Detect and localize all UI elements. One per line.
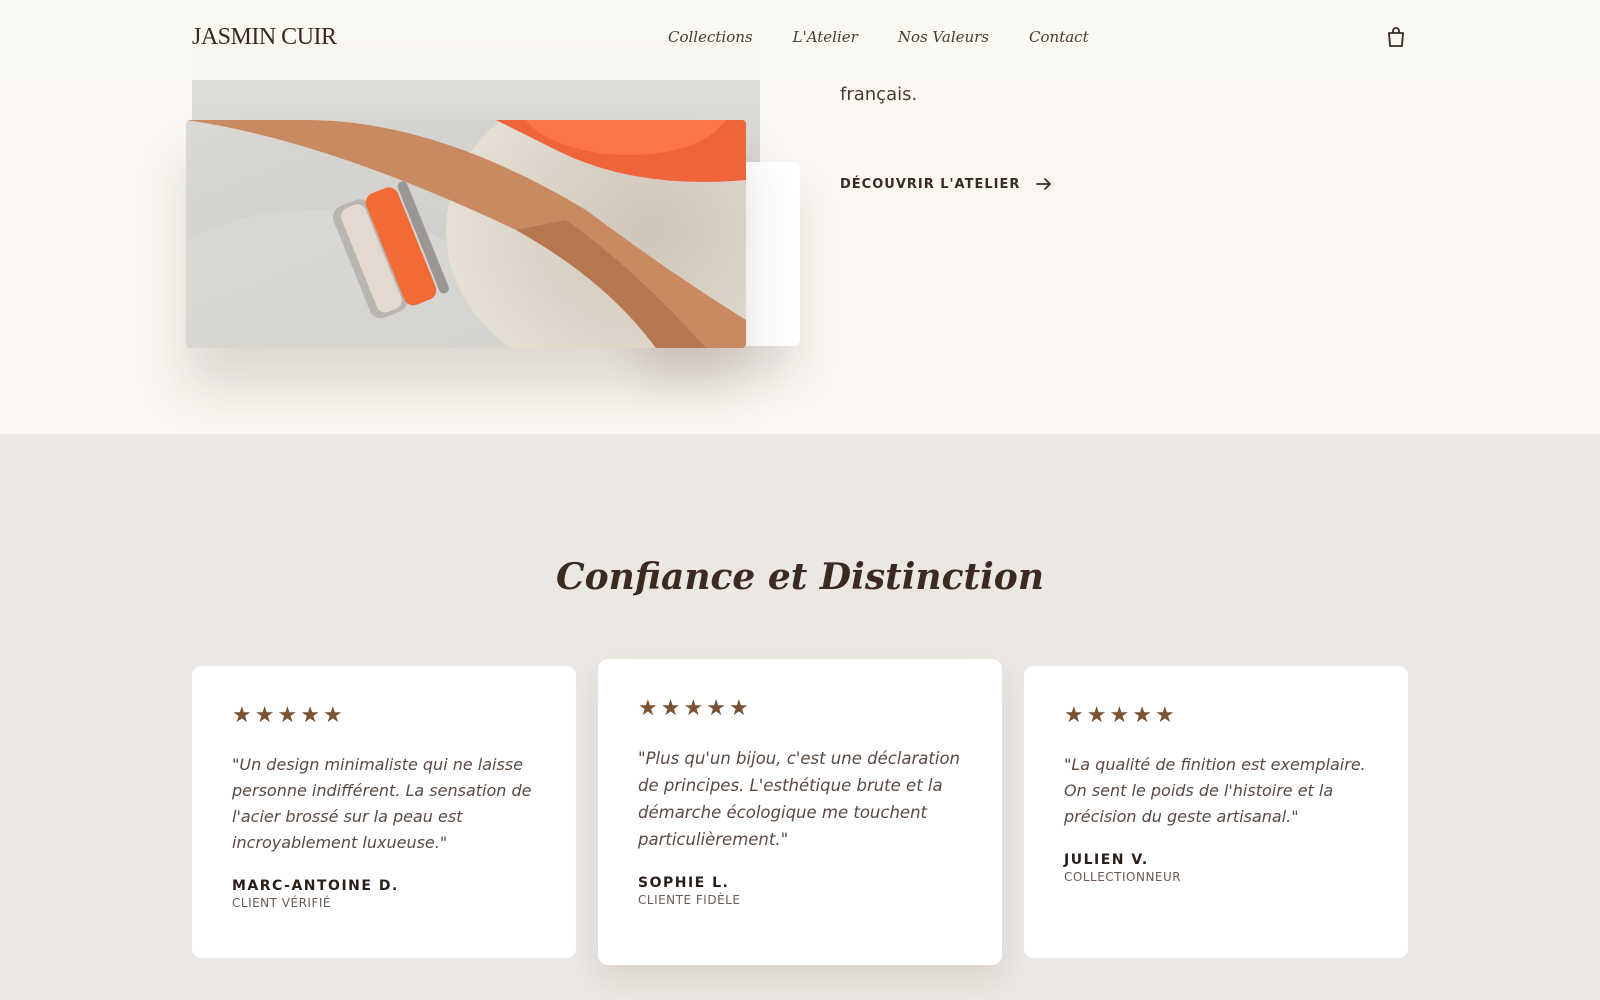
star-icon: ★ bbox=[1064, 702, 1084, 727]
star-icon: ★ bbox=[277, 702, 298, 727]
shopping-bag-icon[interactable] bbox=[1386, 26, 1406, 48]
testimonial-role: CLIENTE FIDÈLE bbox=[638, 893, 741, 907]
star-icon: ★ bbox=[728, 695, 749, 720]
nav-item-contact[interactable]: Contact bbox=[1029, 28, 1089, 46]
testimonial-quote: "Plus qu'un bijou, c'est une déclaration… bbox=[638, 749, 961, 849]
testimonial-card: ★ ★ ★ ★ ★ "La qualité de finition est exempl… bbox=[1024, 666, 1408, 958]
hero-description-tail: français. bbox=[840, 84, 918, 105]
star-icon: ★ bbox=[300, 702, 320, 727]
star-icon: ★ bbox=[1154, 702, 1175, 727]
star-icon: ★ bbox=[232, 702, 252, 727]
rating-stars: ★ ★ ★ ★ ★ bbox=[232, 702, 536, 728]
star-icon: ★ bbox=[683, 695, 704, 720]
testimonial-author: JULIEN V. bbox=[1064, 852, 1149, 868]
testimonial-card: ★ ★ ★ ★ ★ "Un design minimaliste qui ne lais… bbox=[192, 666, 576, 958]
star-icon: ★ bbox=[254, 702, 275, 727]
star-icon: ★ bbox=[638, 695, 658, 720]
star-icon: ★ bbox=[706, 695, 726, 720]
testimonial-author: MARC-ANTOINE D. bbox=[232, 878, 399, 894]
star-icon: ★ bbox=[660, 695, 681, 720]
star-icon: ★ bbox=[322, 702, 343, 727]
rating-stars: ★ ★ ★ ★ ★ bbox=[638, 695, 962, 721]
star-icon: ★ bbox=[1132, 702, 1152, 727]
testimonial-quote: "Un design minimaliste qui ne laisse per… bbox=[232, 755, 532, 852]
discover-atelier-link[interactable]: DÉCOUVRIR L'ATELIER bbox=[840, 174, 1054, 194]
testimonial-role: CLIENT VÉRIFIÉ bbox=[232, 896, 331, 910]
rating-stars: ★ ★ ★ ★ ★ bbox=[1064, 702, 1368, 728]
nav-item-atelier[interactable]: L'Atelier bbox=[793, 28, 858, 46]
brand-logo[interactable]: JASMIN CUIR bbox=[192, 24, 337, 51]
testimonial-role: COLLECTIONNEUR bbox=[1064, 870, 1182, 884]
testimonial-card: ★ ★ ★ ★ ★ "Plus qu'un bijou, c'est une décla… bbox=[598, 659, 1002, 965]
nav-item-collections[interactable]: Collections bbox=[668, 28, 753, 46]
star-icon: ★ bbox=[1109, 702, 1130, 727]
arrow-right-icon bbox=[1036, 178, 1052, 190]
star-icon: ★ bbox=[1086, 702, 1107, 727]
hero-product-image bbox=[186, 120, 746, 348]
testimonials-section: Confiance et Distinction ★ ★ ★ ★ ★ "Un desig… bbox=[0, 434, 1600, 1000]
site-header: JASMIN CUIR Collections L'Atelier Nos Va… bbox=[0, 0, 1600, 80]
testimonial-author: SOPHIE L. bbox=[638, 875, 730, 891]
testimonial-quote: "La qualité de finition est exemplaire. … bbox=[1064, 755, 1366, 826]
main-nav: Collections L'Atelier Nos Valeurs Contac… bbox=[668, 28, 1089, 46]
cta-label: DÉCOUVRIR L'ATELIER bbox=[840, 176, 1021, 192]
nav-item-valeurs[interactable]: Nos Valeurs bbox=[898, 28, 989, 46]
section-title: Confiance et Distinction bbox=[556, 556, 1044, 598]
